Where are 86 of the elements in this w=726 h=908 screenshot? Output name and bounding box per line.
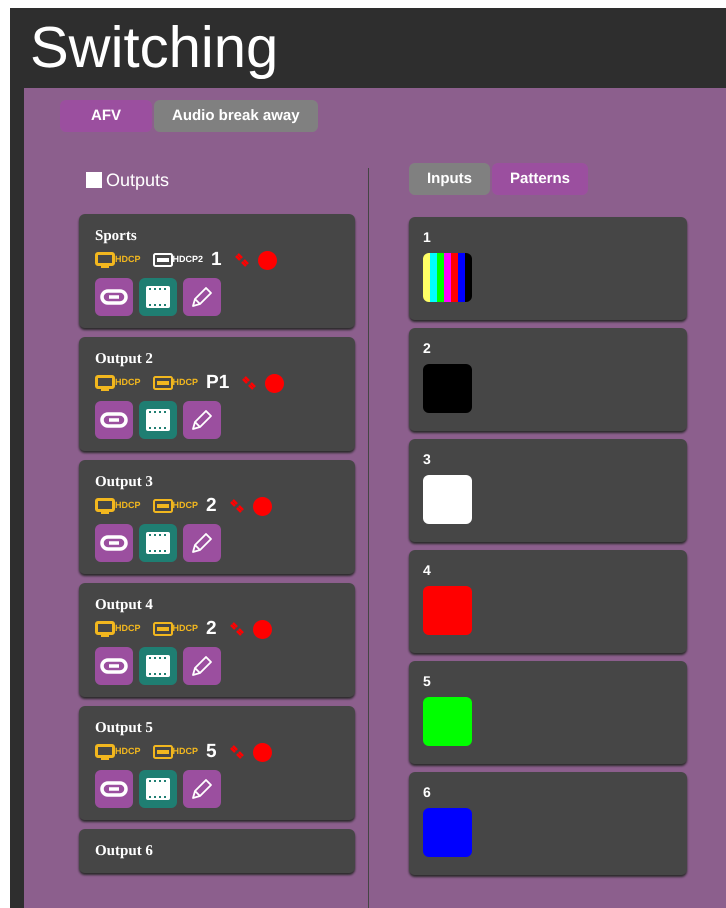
monitor-icon [95, 620, 115, 638]
pattern-card[interactable]: 3 [409, 439, 687, 542]
link-button[interactable] [95, 401, 133, 439]
chain-icon [100, 535, 128, 551]
pencil-icon [189, 407, 215, 433]
monitor-icon [95, 744, 115, 760]
page-title: Switching [29, 14, 280, 82]
source-number: P1 [206, 373, 230, 393]
monitor-icon [95, 374, 115, 392]
film-icon [145, 531, 171, 555]
video-button[interactable] [139, 524, 177, 562]
source-number: 2 [206, 496, 217, 516]
pattern-card[interactable]: 4 [409, 550, 687, 653]
port-icon [152, 376, 173, 390]
output-name: Sports [95, 227, 138, 246]
source-number: 2 [206, 619, 217, 639]
video-button[interactable] [139, 770, 177, 808]
color-bars-pattern [423, 253, 472, 302]
film-icon [145, 285, 171, 309]
link-button[interactable] [95, 278, 133, 316]
chain-icon [100, 412, 128, 428]
output-name: Output 5 [95, 719, 154, 738]
outputs-checkbox[interactable] [86, 172, 102, 188]
link-button[interactable] [95, 524, 133, 562]
edit-button[interactable] [183, 770, 221, 808]
chain-icon [100, 781, 128, 797]
monitor-icon [95, 498, 115, 514]
pattern-number: 6 [423, 784, 432, 800]
link-icon [228, 745, 245, 759]
film-icon [145, 408, 171, 432]
link-button[interactable] [95, 647, 133, 685]
pencil-icon [189, 530, 215, 556]
pattern-number: 2 [423, 340, 432, 356]
hdcp-label: HDCP [172, 622, 198, 636]
pattern-number: 4 [423, 562, 432, 578]
hdcp-label: HDCP [172, 499, 198, 512]
film-icon [145, 777, 171, 801]
output-name: Output 3 [95, 473, 154, 492]
output-name: Output 2 [95, 350, 154, 369]
pattern-number: 3 [423, 451, 432, 467]
link-icon [234, 253, 250, 267]
output-name: Output 4 [95, 596, 154, 615]
edit-button[interactable] [183, 647, 221, 685]
hdcp-label: HDCP [172, 745, 198, 758]
edit-button[interactable] [183, 401, 221, 439]
video-button[interactable] [139, 647, 177, 685]
port-icon [152, 745, 173, 759]
video-button[interactable] [139, 401, 177, 439]
hdcp-label: HDCP [115, 622, 141, 636]
monitor-icon [95, 252, 115, 268]
pencil-icon [189, 776, 215, 802]
pattern-card[interactable]: 2 [409, 328, 687, 431]
pattern-card[interactable]: 6 [409, 772, 687, 875]
hdcp-label: HDCP [115, 376, 141, 390]
source-number: 1 [211, 250, 222, 270]
hdcp-label: HDCP [115, 253, 141, 266]
hdcp-label: HDCP [115, 745, 141, 758]
chain-icon [100, 289, 128, 305]
link-icon [241, 376, 258, 390]
pencil-icon [189, 653, 215, 679]
edit-button[interactable] [183, 524, 221, 562]
link-icon [228, 499, 245, 513]
port-icon [152, 499, 173, 513]
hdcp-label: HDCP2 [172, 253, 204, 266]
source-number: 5 [206, 742, 217, 762]
port-icon [152, 253, 173, 267]
edit-button[interactable] [183, 278, 221, 316]
link-icon [228, 622, 245, 636]
film-icon [145, 654, 171, 678]
link-button[interactable] [95, 770, 133, 808]
pattern-number: 1 [423, 229, 432, 245]
pattern-card[interactable]: 1 [409, 217, 687, 320]
pattern-card[interactable]: 5 [409, 661, 687, 764]
source-tab[interactable]: Inputs [409, 163, 490, 195]
hdcp-label: HDCP [172, 376, 198, 390]
pencil-icon [189, 284, 215, 310]
mode-tab[interactable]: Audio break away [154, 100, 318, 132]
source-tab[interactable]: Patterns [492, 163, 588, 195]
chain-icon [100, 658, 128, 674]
checkbox-label: Outputs [106, 168, 170, 192]
pattern-number: 5 [423, 673, 432, 689]
video-button[interactable] [139, 278, 177, 316]
port-icon [152, 622, 173, 636]
output-name: Output 6 [95, 842, 154, 861]
mode-tab[interactable]: AFV [60, 100, 152, 132]
hdcp-label: HDCP [115, 499, 141, 512]
